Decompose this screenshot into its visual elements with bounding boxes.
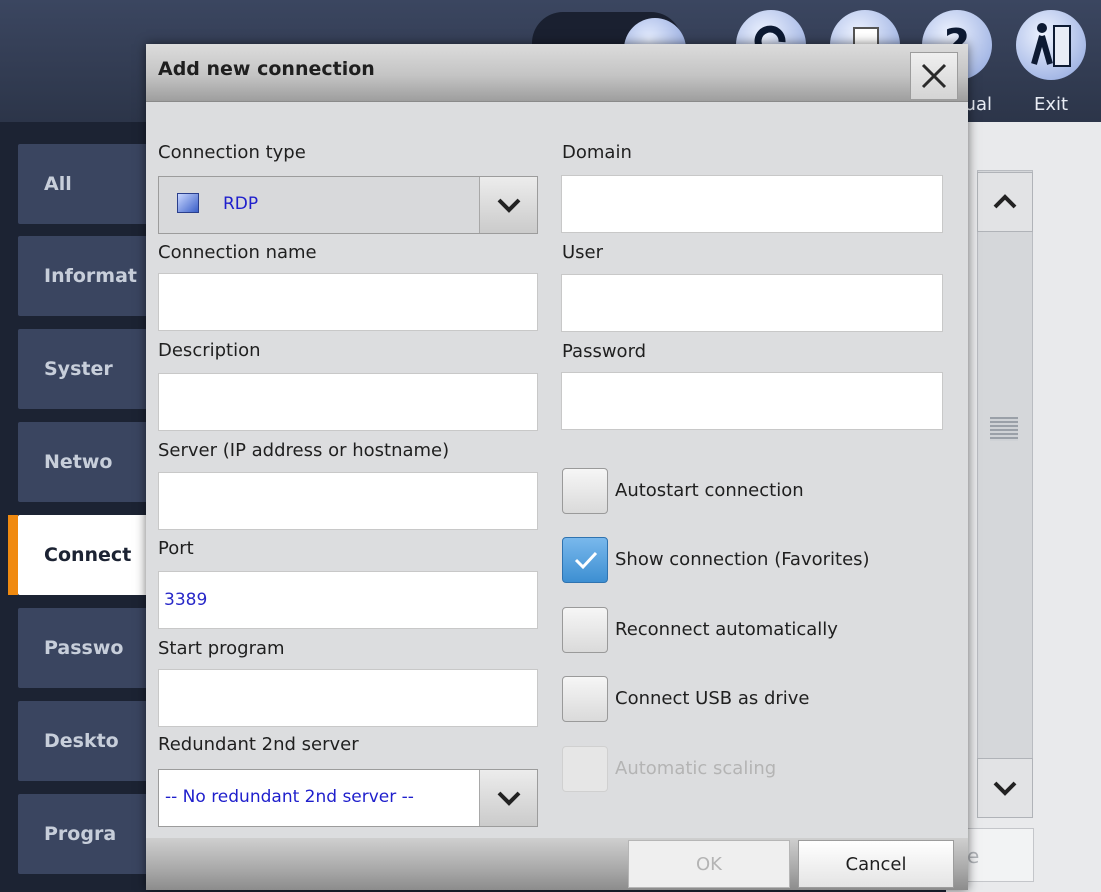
autostart-label: Autostart connection xyxy=(615,480,804,501)
reconnect-checkbox[interactable] xyxy=(562,607,608,653)
ok-button[interactable]: OK xyxy=(628,840,790,888)
description-input[interactable] xyxy=(158,373,538,431)
show-connection-checkbox[interactable] xyxy=(562,537,608,583)
port-input[interactable] xyxy=(158,571,538,629)
redundant-server-label: Redundant 2nd server xyxy=(158,734,359,755)
add-connection-dialog: Add new connection Connection type RDP C… xyxy=(146,44,968,890)
chevron-up-icon xyxy=(993,194,1017,209)
chevron-down-icon xyxy=(497,198,521,213)
exit-icon xyxy=(1016,10,1086,80)
scroll-thumb[interactable] xyxy=(990,417,1018,441)
start-program-input[interactable] xyxy=(158,669,538,727)
connection-type-label: Connection type xyxy=(158,142,306,163)
reconnect-label: Reconnect automatically xyxy=(615,619,838,640)
connection-type-select[interactable]: RDP xyxy=(158,176,538,234)
autostart-checkbox[interactable] xyxy=(562,468,608,514)
scroll-down-button[interactable] xyxy=(977,758,1033,818)
scroll-up-button[interactable] xyxy=(977,172,1033,232)
redundant-server-select[interactable]: -- No redundant 2nd server -- xyxy=(158,769,538,827)
active-indicator xyxy=(8,515,18,595)
dialog-title: Add new connection xyxy=(158,58,375,80)
cancel-button[interactable]: Cancel xyxy=(798,840,954,888)
chevron-down-icon xyxy=(497,791,521,806)
show-connection-label: Show connection (Favorites) xyxy=(615,549,870,570)
rdp-icon xyxy=(177,193,199,213)
domain-input[interactable] xyxy=(561,175,943,233)
connect-usb-label: Connect USB as drive xyxy=(615,688,810,709)
connection-name-label: Connection name xyxy=(158,242,317,263)
connection-name-input[interactable] xyxy=(158,273,538,331)
connection-type-dropdown-button[interactable] xyxy=(479,177,537,233)
port-label: Port xyxy=(158,538,194,559)
description-label: Description xyxy=(158,340,261,361)
exit-button[interactable]: Exit xyxy=(1012,6,1090,116)
domain-label: Domain xyxy=(562,142,632,163)
list-scrollbar[interactable] xyxy=(977,170,1033,818)
chevron-down-icon xyxy=(993,781,1017,796)
automatic-scaling-checkbox xyxy=(562,746,608,792)
connection-type-value: RDP xyxy=(223,194,259,214)
exit-label: Exit xyxy=(1033,94,1069,115)
start-program-label: Start program xyxy=(158,638,285,659)
password-label: Password xyxy=(562,341,647,362)
server-label: Server (IP address or hostname) xyxy=(158,440,450,461)
redundant-server-value: -- No redundant 2nd server -- xyxy=(165,787,414,807)
category-sidebar: All Informat Syster Netwo Connect Passwo… xyxy=(0,122,178,892)
password-input[interactable] xyxy=(561,372,943,430)
close-button[interactable] xyxy=(910,52,958,100)
connect-usb-checkbox[interactable] xyxy=(562,676,608,722)
user-input[interactable] xyxy=(561,274,943,332)
automatic-scaling-label: Automatic scaling xyxy=(615,758,777,779)
dialog-header: Add new connection xyxy=(146,44,968,102)
user-label: User xyxy=(562,242,604,263)
redundant-server-dropdown-button[interactable] xyxy=(479,770,537,826)
checkmark-icon xyxy=(574,551,598,570)
server-input[interactable] xyxy=(158,472,538,530)
close-icon xyxy=(921,63,947,89)
